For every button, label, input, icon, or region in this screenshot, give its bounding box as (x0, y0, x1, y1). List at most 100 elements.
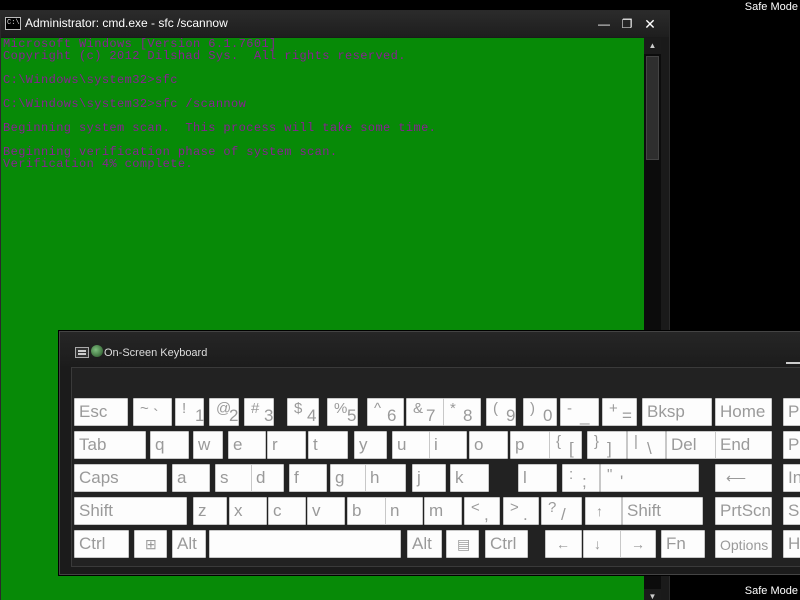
key-fn[interactable]: Fn (661, 530, 705, 558)
key-pgup[interactable]: Pg (783, 398, 800, 426)
key-backspace[interactable]: Bksp (642, 398, 712, 426)
key-0[interactable]: ) 0 (523, 398, 557, 426)
key-bracket-left[interactable]: {[ (549, 431, 582, 459)
key-bracket-right[interactable]: }] (587, 431, 627, 459)
key-j[interactable]: j (412, 464, 446, 492)
on-screen-keyboard-window[interactable]: On-Screen Keyboard Esc ~ `! 1 @2 #3 $4 % 5 ^ 6 & 7 * 8… (59, 331, 800, 575)
key-alt-left[interactable]: Alt (172, 530, 206, 558)
key-label: a (177, 468, 187, 487)
key-prtscn[interactable]: PrtScn (715, 497, 772, 525)
key-shift-right[interactable]: Shift (622, 497, 703, 525)
key-b[interactable]: b (347, 497, 387, 525)
key-insert[interactable]: Insert (783, 464, 800, 492)
key-a[interactable]: a (172, 464, 210, 492)
key-p[interactable]: p (510, 431, 550, 459)
key-s[interactable]: s (215, 464, 253, 492)
key-arrow-right[interactable]: → (620, 530, 656, 558)
key-comma[interactable]: <, (464, 497, 500, 525)
console-line: Beginning system scan. This process will… (3, 121, 437, 135)
key-label: w (198, 435, 211, 454)
scroll-up-icon[interactable]: ▲ (644, 38, 661, 54)
key-5[interactable]: % 5 (327, 398, 358, 426)
key-4[interactable]: $4 (287, 398, 319, 426)
cmd-icon[interactable]: C:\ (5, 17, 21, 30)
key-tilde[interactable]: ~ ` (133, 398, 172, 426)
key-arrow-left[interactable]: ← (545, 530, 582, 558)
key-enter[interactable]: ⟵ (715, 464, 772, 492)
key-menu[interactable]: ▤ (446, 530, 479, 558)
key-base-symbol: 8 (463, 406, 473, 425)
key-m[interactable]: m (424, 497, 462, 525)
key-u[interactable]: u (392, 431, 430, 459)
key-3[interactable]: #3 (244, 398, 274, 426)
key-x[interactable]: x (229, 497, 267, 525)
key-v[interactable]: v (307, 497, 345, 525)
key-ctrl-left[interactable]: Ctrl (74, 530, 129, 558)
key-label: e (233, 435, 243, 454)
key-windows[interactable]: ⊞ (134, 530, 167, 558)
key-pgdn[interactable]: Pg (783, 431, 800, 459)
key-del[interactable]: Del (666, 431, 721, 459)
key-6[interactable]: ^ 6 (367, 398, 404, 426)
key-i[interactable]: i (429, 431, 467, 459)
key-scrlk[interactable]: Sc (783, 497, 800, 525)
key-ctrl-right[interactable]: Ctrl (485, 530, 528, 558)
key-label: Sc (788, 501, 800, 520)
key-arrow-up[interactable]: ↑ (585, 497, 622, 525)
cmd-titlebar[interactable]: C:\ Administrator: cmd.exe - sfc /scanno… (1, 11, 669, 37)
key-backslash[interactable]: | \ (627, 431, 666, 459)
key-n[interactable]: n (385, 497, 423, 525)
osk-minimize-button[interactable] (786, 354, 800, 364)
key-c[interactable]: c (268, 497, 306, 525)
key-l[interactable]: l (518, 464, 557, 492)
key-options[interactable]: Options (715, 530, 772, 558)
key-tab[interactable]: Tab (74, 431, 146, 459)
key-space[interactable] (209, 530, 401, 558)
key-1[interactable]: ! 1 (175, 398, 204, 426)
key-2[interactable]: @2 (209, 398, 239, 426)
key-w[interactable]: w (193, 431, 223, 459)
key-slash[interactable]: ? / (541, 497, 582, 525)
key-minus[interactable]: - _ (560, 398, 599, 426)
key-label: c (273, 501, 282, 520)
key-shift-left[interactable]: Shift (74, 497, 187, 525)
key-shift-symbol: ^ (374, 400, 382, 417)
scroll-thumb[interactable] (646, 56, 659, 160)
key-f[interactable]: f (289, 464, 327, 492)
key-o[interactable]: o (469, 431, 508, 459)
close-button[interactable]: ✕ (640, 15, 660, 33)
key-shift-symbol: ! (182, 400, 187, 417)
safe-mode-label-bottom: Safe Mode (744, 585, 798, 597)
key-arrow-down[interactable]: ↓ (583, 530, 623, 558)
key-help[interactable]: He (783, 530, 800, 558)
osk-key-area: Esc~`!1@2#3 $4 %5 ^6&7*8(9)0-_+=BkspHome Pg T… (71, 367, 800, 567)
key-plus[interactable]: + = (602, 398, 637, 426)
scroll-down-icon[interactable]: ▼ (644, 589, 661, 600)
key-9[interactable]: (9 (486, 398, 516, 426)
key-k[interactable]: k (450, 464, 489, 492)
key-g[interactable]: g (330, 464, 369, 492)
restore-button[interactable]: ❐ (617, 15, 637, 33)
key-esc[interactable]: Esc (74, 398, 128, 426)
key-end[interactable]: End (715, 431, 772, 459)
key-t[interactable]: t (308, 431, 348, 459)
key-d[interactable]: d (251, 464, 284, 492)
key-r[interactable]: r (267, 431, 306, 459)
key-period[interactable]: >. (503, 497, 539, 525)
minimize-button[interactable]: — (594, 15, 614, 33)
key-home[interactable]: Home (715, 398, 772, 426)
key-semicolon[interactable]: :; (562, 464, 600, 492)
key-quote[interactable]: " ' (600, 464, 699, 492)
key-y[interactable]: y (354, 431, 387, 459)
key-h[interactable]: h (365, 464, 406, 492)
key-z[interactable]: z (193, 497, 227, 525)
cmd-window-title: Administrator: cmd.exe - sfc /scannow (25, 16, 228, 30)
key-alt-right[interactable]: Alt (407, 530, 442, 558)
key-caps[interactable]: Caps (74, 464, 167, 492)
key-q[interactable]: q (150, 431, 189, 459)
osk-titlebar[interactable]: On-Screen Keyboard (60, 332, 800, 366)
key-8[interactable]: * 8 (443, 398, 481, 426)
key-7[interactable]: & 7 (406, 398, 444, 426)
key-shift-symbol: % (334, 400, 348, 417)
key-e[interactable]: e (228, 431, 266, 459)
